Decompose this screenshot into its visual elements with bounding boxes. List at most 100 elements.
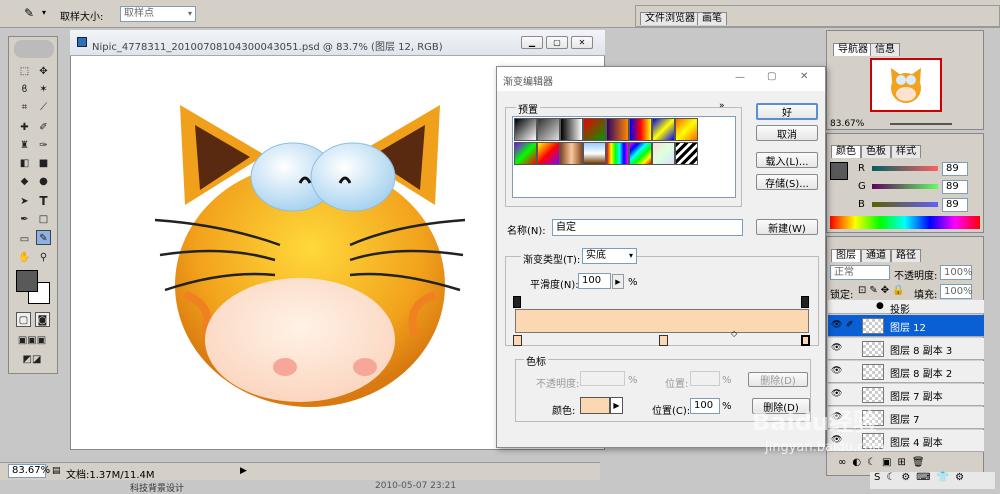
- tab-layers[interactable]: 图层: [831, 249, 861, 262]
- opacity-stop-left[interactable]: [513, 296, 521, 308]
- hand-tool-icon[interactable]: ✋: [17, 250, 32, 265]
- color-spectrum-bar[interactable]: [830, 216, 980, 229]
- stamp-tool-icon[interactable]: ♜: [17, 138, 32, 153]
- quickmask-mode-icon[interactable]: ◙: [35, 312, 50, 327]
- color-r-slider[interactable]: [872, 166, 938, 171]
- gradient-preview-bar[interactable]: [515, 309, 809, 333]
- stop-location2-field[interactable]: 100: [690, 398, 720, 414]
- notes-tool-icon[interactable]: ▭: [17, 232, 32, 247]
- opacity-stop-right[interactable]: [801, 296, 809, 308]
- healing-tool-icon[interactable]: ✚: [17, 120, 32, 135]
- magic-wand-tool-icon[interactable]: ✶: [36, 82, 51, 97]
- preset-swatches-row1[interactable]: [514, 118, 712, 142]
- move-tool-icon[interactable]: ✥: [36, 64, 51, 79]
- color-g-slider[interactable]: [872, 184, 938, 189]
- save-button[interactable]: 存储(S)...: [756, 174, 818, 190]
- gradient-tool-icon[interactable]: ■: [36, 156, 51, 171]
- ok-button[interactable]: 好: [756, 103, 818, 120]
- status-menu-arrow[interactable]: ▶: [240, 466, 247, 476]
- preset-fg-bg[interactable]: [514, 118, 537, 141]
- dialog-maximize-icon[interactable]: ▢: [767, 71, 776, 82]
- color-g-field[interactable]: 89: [942, 180, 968, 194]
- doc-close-button[interactable]: ✕: [571, 36, 593, 49]
- doc-maximize-button[interactable]: ▢: [546, 36, 568, 49]
- layers-footer-icons[interactable]: ∞◐☾▣⊞🗑: [838, 457, 931, 468]
- tab-channels[interactable]: 通道: [861, 249, 891, 262]
- preset-copper[interactable]: [560, 142, 583, 165]
- preset-rainbow[interactable]: [629, 142, 652, 165]
- preset-violet-green[interactable]: [514, 142, 537, 165]
- presets-menu-icon[interactable]: »: [719, 101, 725, 111]
- color-b-field[interactable]: 89: [942, 198, 968, 212]
- eraser-tool-icon[interactable]: ◧: [17, 156, 32, 171]
- preset-chrome[interactable]: [583, 142, 606, 165]
- sample-size-select[interactable]: 取样点 ▾: [120, 6, 196, 22]
- preset-swatches-row2[interactable]: [514, 142, 712, 166]
- shape-tool-icon[interactable]: □: [36, 212, 51, 227]
- load-button[interactable]: 载入(L)...: [756, 152, 818, 168]
- stop-color-swatch[interactable]: [580, 397, 610, 414]
- type-tool-icon[interactable]: T: [36, 194, 51, 209]
- color-r-field[interactable]: 89: [942, 162, 968, 176]
- color-stop-left[interactable]: [513, 335, 522, 346]
- dialog-minimize-icon[interactable]: —: [735, 72, 745, 83]
- blur-tool-icon[interactable]: ◆: [17, 174, 32, 189]
- smoothness-field[interactable]: 100: [578, 273, 611, 289]
- color-stop-right[interactable]: [801, 335, 810, 346]
- tool-preset-arrow[interactable]: ▾: [42, 8, 46, 17]
- layer-row[interactable]: 👁 图层 8 副本 3: [828, 338, 984, 360]
- navigator-slider[interactable]: [890, 123, 952, 125]
- eye-icon[interactable]: 👁: [831, 320, 842, 330]
- history-brush-tool-icon[interactable]: ✑: [36, 138, 51, 153]
- preset-red-green[interactable]: [583, 118, 606, 141]
- preset-transparent-rainbow[interactable]: [652, 142, 675, 165]
- tab-styles[interactable]: 样式: [891, 145, 921, 158]
- layer-effect-row[interactable]: ● 投影: [828, 300, 984, 316]
- slice-tool-icon[interactable]: ⟋: [36, 100, 51, 115]
- new-button[interactable]: 新建(W): [756, 219, 818, 235]
- tab-brushes[interactable]: 画笔: [697, 12, 727, 25]
- layer-opacity-field[interactable]: 100%: [940, 265, 973, 280]
- layer-row[interactable]: 👁 图层 8 副本 2: [828, 361, 984, 383]
- stop-color-arrow-icon[interactable]: ▶: [610, 397, 623, 414]
- color-b-slider[interactable]: [872, 202, 938, 207]
- preset-fg-transparent[interactable]: [537, 118, 560, 141]
- tab-swatches[interactable]: 色板: [861, 145, 891, 158]
- tab-info[interactable]: 信息: [870, 43, 900, 56]
- zoom-field[interactable]: 83.67%: [8, 464, 50, 478]
- tab-paths[interactable]: 路径: [891, 249, 921, 262]
- zoom-tool-icon[interactable]: ⚲: [36, 250, 51, 265]
- name-field[interactable]: 自定: [552, 219, 743, 236]
- tab-navigator[interactable]: 导航器: [833, 43, 873, 56]
- smoothness-arrow-icon[interactable]: ▶: [612, 274, 624, 289]
- imageready-icon[interactable]: ◩◪: [14, 352, 50, 367]
- dodge-tool-icon[interactable]: ●: [36, 174, 51, 189]
- cancel-button[interactable]: 取消: [756, 125, 818, 141]
- tab-color[interactable]: 颜色: [831, 145, 861, 158]
- tab-file-browser[interactable]: 文件浏览器: [640, 12, 700, 25]
- brush-tool-icon[interactable]: ✐: [36, 120, 51, 135]
- color-stop-mid[interactable]: [659, 335, 668, 346]
- layer-row-12[interactable]: 👁 ✐ 图层 12: [828, 315, 984, 337]
- preset-black-white[interactable]: [560, 118, 583, 141]
- preset-blue-red-yellow[interactable]: [629, 118, 652, 141]
- doc-minimize-button[interactable]: ▁: [521, 36, 543, 49]
- eye-icon[interactable]: 👁: [831, 343, 842, 353]
- preset-stripes[interactable]: [675, 142, 698, 165]
- marquee-tool-icon[interactable]: ⬚: [17, 64, 32, 79]
- preset-blue-yellow-blue[interactable]: [652, 118, 675, 141]
- path-select-tool-icon[interactable]: ➤: [17, 194, 32, 209]
- standard-mode-icon[interactable]: ▢: [16, 312, 31, 327]
- preset-yellow-violet[interactable]: [537, 142, 560, 165]
- pen-tool-icon[interactable]: ✒: [17, 212, 32, 227]
- crop-tool-icon[interactable]: ⌗: [17, 100, 32, 115]
- midpoint-diamond-icon[interactable]: ◇: [731, 329, 737, 338]
- preset-violet-orange[interactable]: [606, 118, 629, 141]
- lasso-tool-icon[interactable]: ϐ: [17, 82, 32, 97]
- preset-spectrum[interactable]: [606, 142, 629, 165]
- dialog-close-icon[interactable]: ✕: [800, 71, 808, 82]
- fill-field[interactable]: 100%: [940, 284, 973, 299]
- gradient-type-select[interactable]: 实底 ▾: [582, 248, 637, 264]
- tray-icons[interactable]: S☾⚙⌨👕⚙: [874, 472, 970, 483]
- color-panel-fg[interactable]: [830, 162, 848, 180]
